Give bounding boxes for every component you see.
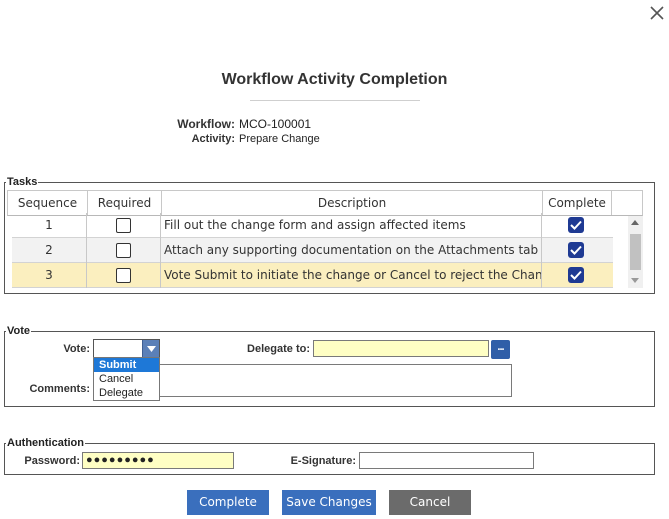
activity-row: Activity: Prepare Change [192,133,321,145]
tasks-legend: Tasks [7,176,38,188]
row-description: Fill out the change form and assign affe… [161,213,542,238]
title-divider [250,100,420,101]
esignature-label: E-Signature: [290,455,356,467]
row-sequence: 3 [12,263,87,288]
activity-value: Prepare Change [239,133,320,145]
authentication-legend: Authentication [7,437,84,449]
col-complete[interactable]: Complete [543,191,612,215]
delegate-input[interactable] [313,340,489,357]
scroll-down-icon[interactable] [631,278,639,283]
password-label: Password: [24,455,80,467]
activity-label: Activity: [191,133,235,145]
complete-button[interactable]: Complete [187,490,269,515]
table-row-selected[interactable]: 3 Vote Submit to initiate the change or … [12,263,613,288]
required-cell [87,263,161,288]
dialog-title: Workflow Activity Completion [221,71,448,88]
vote-label: Vote: [63,343,90,355]
vote-option-submit[interactable]: Submit [94,358,159,372]
complete-cell [542,263,613,288]
scroll-thumb[interactable] [630,234,641,270]
tasks-scrollbar[interactable] [628,216,643,288]
password-input[interactable]: ●●●●●●●●● [82,452,234,469]
required-checkbox[interactable] [116,243,131,258]
complete-cell [542,238,613,263]
esignature-input[interactable] [359,452,534,469]
table-row[interactable]: 2 Attach any supporting documentation on… [12,238,613,263]
complete-checkbox[interactable] [568,267,584,283]
row-sequence: 1 [12,213,87,238]
required-checkbox[interactable] [116,218,131,233]
row-sequence: 2 [12,238,87,263]
delegate-label: Delegate to: [247,343,310,355]
save-changes-button[interactable]: Save Changes [282,490,376,515]
complete-checkbox[interactable] [568,217,584,233]
comments-label: Comments: [29,383,90,395]
complete-cell [542,213,613,238]
chevron-down-icon[interactable] [142,340,159,357]
table-row[interactable]: 1 Fill out the change form and assign af… [12,213,613,238]
scroll-up-icon[interactable] [631,220,639,225]
vote-legend: Vote [7,325,31,337]
required-checkbox[interactable] [116,268,131,283]
col-description[interactable]: Description [162,191,543,215]
complete-checkbox[interactable] [568,242,584,258]
col-required[interactable]: Required [88,191,162,215]
vote-option-cancel[interactable]: Cancel [94,372,159,386]
vote-dropdown: Submit Cancel Delegate [93,357,160,401]
close-icon[interactable] [648,4,666,22]
workflow-value: MCO-100001 [239,117,312,131]
vote-select[interactable] [93,339,160,358]
required-cell [87,238,161,263]
workflow-row: Workflow: MCO-100001 [177,117,321,131]
vote-option-delegate[interactable]: Delegate [94,386,159,400]
required-cell [87,213,161,238]
workflow-label: Workflow: [177,117,235,131]
row-description: Vote Submit to initiate the change or Ca… [161,263,542,288]
row-description: Attach any supporting documentation on t… [161,238,542,263]
cancel-button[interactable]: Cancel [389,490,471,515]
col-sequence[interactable]: Sequence [8,191,88,215]
delegate-lookup-button[interactable]: ... [491,340,510,359]
